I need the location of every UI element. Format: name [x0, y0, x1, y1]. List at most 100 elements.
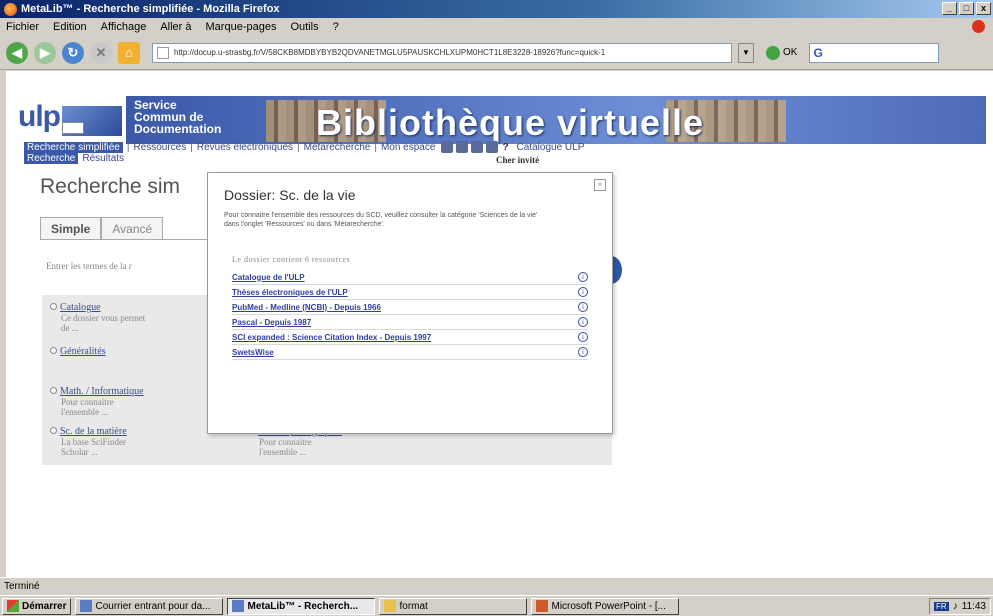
- throbber-icon: [972, 20, 985, 33]
- info-icon[interactable]: i: [578, 287, 588, 297]
- scd-label: Service Commun de Documentation: [134, 99, 221, 135]
- system-tray: FR ♪ 11:43: [929, 598, 991, 615]
- address-bar[interactable]: http://docup.u-strasbg.fr/V/58CKB8MDBYBY…: [152, 42, 732, 63]
- close-icon[interactable]: ×: [594, 179, 606, 191]
- taskbar-item-label: Microsoft PowerPoint - [...: [551, 600, 666, 612]
- list-item: Thèses électroniques de l'ULP i: [232, 285, 588, 300]
- minimize-button[interactable]: _: [942, 2, 957, 15]
- page-title: Recherche sim: [40, 175, 181, 198]
- address-dropdown-button[interactable]: ▼: [738, 42, 754, 63]
- home-button[interactable]: ⌂: [118, 41, 140, 64]
- category-name[interactable]: Catalogue: [60, 302, 101, 313]
- radio-icon[interactable]: [50, 303, 57, 310]
- category-name[interactable]: Généralités: [60, 346, 106, 357]
- menu-bar: Fichier Edition Affichage Aller à Marque…: [0, 18, 993, 36]
- menu-go[interactable]: Aller à: [160, 21, 191, 33]
- info-icon[interactable]: i: [578, 272, 588, 282]
- tab-simple[interactable]: Simple: [40, 217, 102, 240]
- category-generalites[interactable]: Généralités: [50, 345, 106, 357]
- window-title-bar: MetaLib™ - Recherche simplifiée - Mozill…: [0, 0, 993, 18]
- taskbar-item-mail[interactable]: Courrier entrant pour da...: [75, 597, 224, 615]
- popup-contents-label: Le dossier contient 6 ressources: [232, 255, 351, 264]
- banner-header: Service Commun de Documentation Biblioth…: [126, 96, 986, 144]
- subnav-search[interactable]: Recherche: [24, 153, 79, 164]
- ulp-logo[interactable]: ulp: [18, 100, 128, 140]
- help-icon[interactable]: ?: [502, 142, 508, 153]
- info-icon[interactable]: i: [578, 347, 588, 357]
- maximize-button[interactable]: □: [959, 2, 974, 15]
- list-item: Catalogue de l'ULP i: [232, 270, 588, 285]
- radio-icon[interactable]: [50, 347, 57, 354]
- info-icon[interactable]: i: [578, 317, 588, 327]
- stop-button[interactable]: ✕: [90, 41, 112, 64]
- resource-link[interactable]: Catalogue de l'ULP: [232, 273, 305, 282]
- resource-list: Catalogue de l'ULP i Thèses électronique…: [232, 270, 588, 360]
- nav-resources[interactable]: Ressources: [133, 142, 186, 153]
- taskbar-item-format[interactable]: format: [379, 597, 528, 615]
- category-math-info[interactable]: Math. / Informatique Pour connaitre l'en…: [50, 385, 144, 417]
- mail-icon: [80, 600, 93, 612]
- site-title: Bibliothèque virtuelle: [316, 102, 705, 143]
- menu-file[interactable]: Fichier: [6, 21, 39, 33]
- logo-text: ulp: [18, 100, 61, 133]
- menu-view[interactable]: Affichage: [101, 21, 147, 33]
- tab-advanced[interactable]: Avancé: [101, 217, 164, 240]
- close-window-button[interactable]: x: [976, 2, 991, 15]
- forward-button[interactable]: ▶: [34, 41, 56, 64]
- language-indicator[interactable]: FR: [934, 602, 949, 611]
- popup-intro: Pour connaitre l'ensemble des ressources…: [224, 212, 538, 228]
- resource-link[interactable]: SCI expanded : Science Citation Index - …: [232, 333, 431, 342]
- go-button[interactable]: OK: [766, 45, 797, 60]
- back-button[interactable]: ◀: [6, 41, 28, 64]
- category-catalogue[interactable]: Catalogue Ce dossier vous permet de ...: [50, 301, 145, 333]
- firefox-icon: [232, 600, 245, 612]
- volume-icon[interactable]: ♪: [953, 601, 958, 612]
- menu-help[interactable]: ?: [333, 21, 339, 33]
- nav-catalogue-ulp[interactable]: Catalogue ULP: [517, 142, 585, 153]
- menu-bookmarks[interactable]: Marque-pages: [206, 21, 277, 33]
- radio-icon[interactable]: [50, 427, 57, 434]
- address-text: http://docup.u-strasbg.fr/V/58CKB8MDBYBY…: [174, 48, 606, 57]
- resource-link[interactable]: SwetsWise: [232, 348, 274, 357]
- subnav-results[interactable]: Résultats: [82, 153, 124, 164]
- reload-button[interactable]: ↻: [62, 41, 84, 64]
- popup-title: Dossier: Sc. de la vie: [224, 187, 356, 203]
- globe-icon[interactable]: [441, 141, 454, 153]
- search-tabs: Simple Avancé: [40, 217, 164, 240]
- logo-emblem: [62, 122, 84, 134]
- category-desc: Scholar ...: [61, 447, 98, 457]
- search-box[interactable]: G: [809, 42, 940, 63]
- list-item: PubMed - Medline (NCBI) - Depuis 1966 i: [232, 300, 588, 315]
- category-desc: l'ensemble ...: [61, 407, 109, 417]
- taskbar-item-powerpoint[interactable]: Microsoft PowerPoint - [...: [531, 597, 680, 615]
- resource-link[interactable]: Thèses électroniques de l'ULP: [232, 288, 348, 297]
- nav-simple-search[interactable]: Recherche simplifiée: [24, 141, 123, 153]
- radio-icon[interactable]: [50, 387, 57, 394]
- main-nav: Recherche simplifiée | Ressources | Revu…: [24, 140, 984, 154]
- resource-link[interactable]: PubMed - Medline (NCBI) - Depuis 1966: [232, 303, 381, 312]
- list-item: Pascal - Depuis 1987 i: [232, 315, 588, 330]
- category-desc: Pour connaitre: [259, 437, 312, 447]
- save-icon[interactable]: [486, 141, 499, 153]
- category-sc-matiere[interactable]: Sc. de la matière La base SciFinder Scho…: [50, 425, 127, 457]
- page-icon: [157, 46, 169, 59]
- category-desc: Ce dossier vous permet: [61, 313, 146, 323]
- nav-ejournals[interactable]: Revues électroniques: [197, 142, 293, 153]
- search-prompt: Entrer les termes de la r: [46, 261, 132, 271]
- category-name[interactable]: Math. / Informatique: [60, 386, 144, 397]
- menu-tools[interactable]: Outils: [290, 21, 318, 33]
- menu-edit[interactable]: Edition: [53, 21, 87, 33]
- category-name[interactable]: Sc. de la matière: [60, 426, 127, 437]
- info-icon[interactable]: i: [578, 332, 588, 342]
- print-icon[interactable]: [471, 141, 484, 153]
- resource-link[interactable]: Pascal - Depuis 1987: [232, 318, 311, 327]
- list-item: SCI expanded : Science Citation Index - …: [232, 330, 588, 345]
- nav-metasearch[interactable]: Métarecherche: [304, 142, 371, 153]
- basket-icon[interactable]: [456, 141, 469, 153]
- start-button[interactable]: Démarrer: [2, 597, 72, 615]
- windows-flag-icon: [7, 600, 19, 612]
- info-icon[interactable]: i: [578, 302, 588, 312]
- taskbar-item-metalib[interactable]: MetaLib™ - Recherch...: [227, 597, 376, 615]
- category-desc: La base SciFinder: [61, 437, 126, 447]
- nav-my-space[interactable]: Mon espace: [381, 142, 435, 153]
